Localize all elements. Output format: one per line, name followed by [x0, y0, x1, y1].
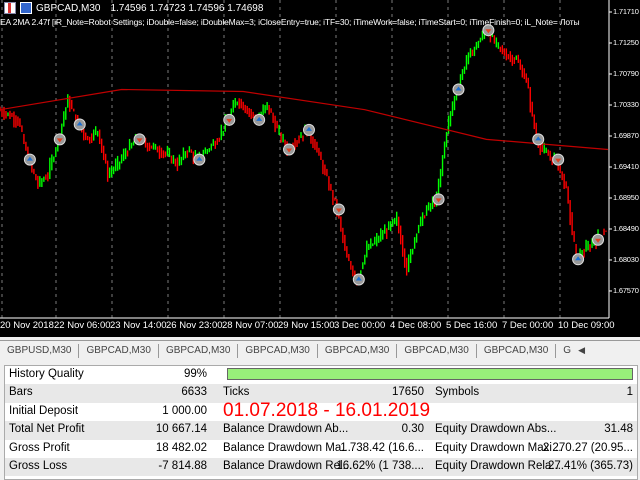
label: Initial Deposit: [9, 404, 79, 417]
row-initial-deposit: Initial Deposit 1 000.00 01.07.2018 - 16…: [5, 399, 637, 421]
tab-chart[interactable]: GBPUSD,M30: [0, 343, 80, 358]
label: Equity Drawdown Rela...: [435, 460, 561, 472]
time-tick-label: 28 Nov 07:00: [222, 320, 279, 331]
value: 2 270.27 (20.95...: [542, 441, 633, 454]
price-tick-label: 1.70330: [613, 99, 639, 109]
value: 1 000.00: [162, 404, 207, 417]
time-tick-label: 10 Dec 09:00: [558, 320, 615, 331]
time-tick-label: 7 Dec 00:00: [502, 320, 554, 331]
label: Gross Profit: [9, 441, 70, 454]
ea-parameters: EA 2MA 2.47f [iR_Note=Robot Settings; iD…: [0, 17, 580, 27]
chart-tabs: GBPUSD,M30 GBPCAD,M30 GBPCAD,M30 GBPCAD,…: [0, 340, 640, 360]
row-gross-loss: Gross Loss -7 814.88 Balance Drawdown Re…: [5, 458, 637, 477]
value: 99%: [183, 368, 207, 380]
value: 10 667.14: [155, 423, 207, 436]
label: Balance Drawdown Ab...: [223, 423, 349, 436]
value: 31.48: [604, 423, 633, 436]
value: 18 482.02: [155, 441, 207, 454]
row-history-quality: History Quality 99%: [5, 366, 637, 384]
ea-icon: [20, 2, 32, 14]
tab-chart[interactable]: GBPCAD,M30: [397, 343, 477, 358]
chart-header: GBPCAD,M30 1.74596 1.74723 1.74596 1.746…: [4, 2, 263, 14]
time-tick-label: 22 Nov 06:00: [54, 320, 111, 331]
label: Total Net Profit: [9, 423, 85, 436]
time-tick-label: 5 Dec 16:00: [446, 320, 498, 331]
tab-chart[interactable]: GBPCAD,M30: [238, 343, 318, 358]
chart-canvas: [0, 0, 612, 319]
price-tick-label: 1.71710: [613, 7, 639, 16]
label: History Quality: [9, 368, 84, 380]
tab-chart[interactable]: G: [556, 344, 578, 358]
label: Balance Drawdown Ma...: [223, 441, 351, 454]
time-tick-label: 3 Dec 00:00: [334, 320, 386, 331]
label: Equity Drawdown Abs...: [435, 423, 557, 436]
tabs-scroll-left-icon[interactable]: ◀: [578, 345, 585, 356]
price-tick-label: 1.69870: [613, 130, 639, 140]
value: 17650: [392, 386, 424, 399]
history-quality-bar: [227, 368, 633, 380]
value: 6633: [181, 386, 207, 399]
tab-chart[interactable]: GBPCAD,M30: [318, 343, 398, 358]
chart-window-icon: [4, 2, 16, 14]
row-net-profit: Total Net Profit 10 667.14 Balance Drawd…: [5, 421, 637, 440]
time-tick-label: 4 Dec 08:00: [390, 320, 442, 331]
price-tick-label: 1.70790: [613, 68, 639, 78]
row-gross-profit: Gross Profit 18 482.02 Balance Drawdown …: [5, 440, 637, 458]
value: -7 814.88: [158, 460, 207, 472]
tab-chart[interactable]: GBPCAD,M30: [79, 343, 159, 358]
price-tick-label: 1.68030: [613, 254, 639, 264]
price-tick-label: 1.68950: [613, 192, 639, 202]
price-tick-label: 1.71250: [613, 37, 639, 47]
value: 1 738.42 (16.6...: [340, 441, 424, 454]
time-tick-label: 23 Nov 14:00: [110, 320, 167, 331]
label: Bars: [9, 386, 33, 399]
value: 27.41% (365.73): [547, 460, 633, 472]
time-tick-label: 26 Nov 23:00: [166, 320, 223, 331]
price-chart[interactable]: GBPCAD,M30 1.74596 1.74723 1.74596 1.746…: [0, 0, 640, 337]
price-tick-label: 1.69410: [613, 161, 639, 171]
value: 16.62% (1 738....: [336, 460, 424, 472]
label: Symbols: [435, 386, 480, 399]
test-period: 01.07.2018 - 16.01.2019: [223, 399, 431, 421]
label: Ticks: [223, 386, 250, 399]
time-tick-label: 20 Nov 2018: [0, 320, 54, 331]
label: Balance Drawdown Rel...: [223, 460, 353, 472]
chart-symbol: GBPCAD,M30: [36, 2, 101, 14]
label: Gross Loss: [9, 460, 68, 472]
time-tick-label: 29 Nov 15:00: [278, 320, 335, 331]
strategy-tester-report: History Quality 99% Bars 6633 Ticks 1765…: [4, 365, 638, 480]
tab-chart[interactable]: GBPCAD,M30: [477, 343, 557, 358]
price-tick-label: 1.68490: [613, 223, 639, 233]
value: 0.30: [401, 423, 424, 436]
tab-chart[interactable]: GBPCAD,M30: [159, 343, 239, 358]
value: 1: [626, 386, 633, 399]
chart-ohlc: 1.74596 1.74723 1.74596 1.74698: [110, 2, 264, 14]
price-tick-label: 1.67570: [613, 285, 639, 295]
